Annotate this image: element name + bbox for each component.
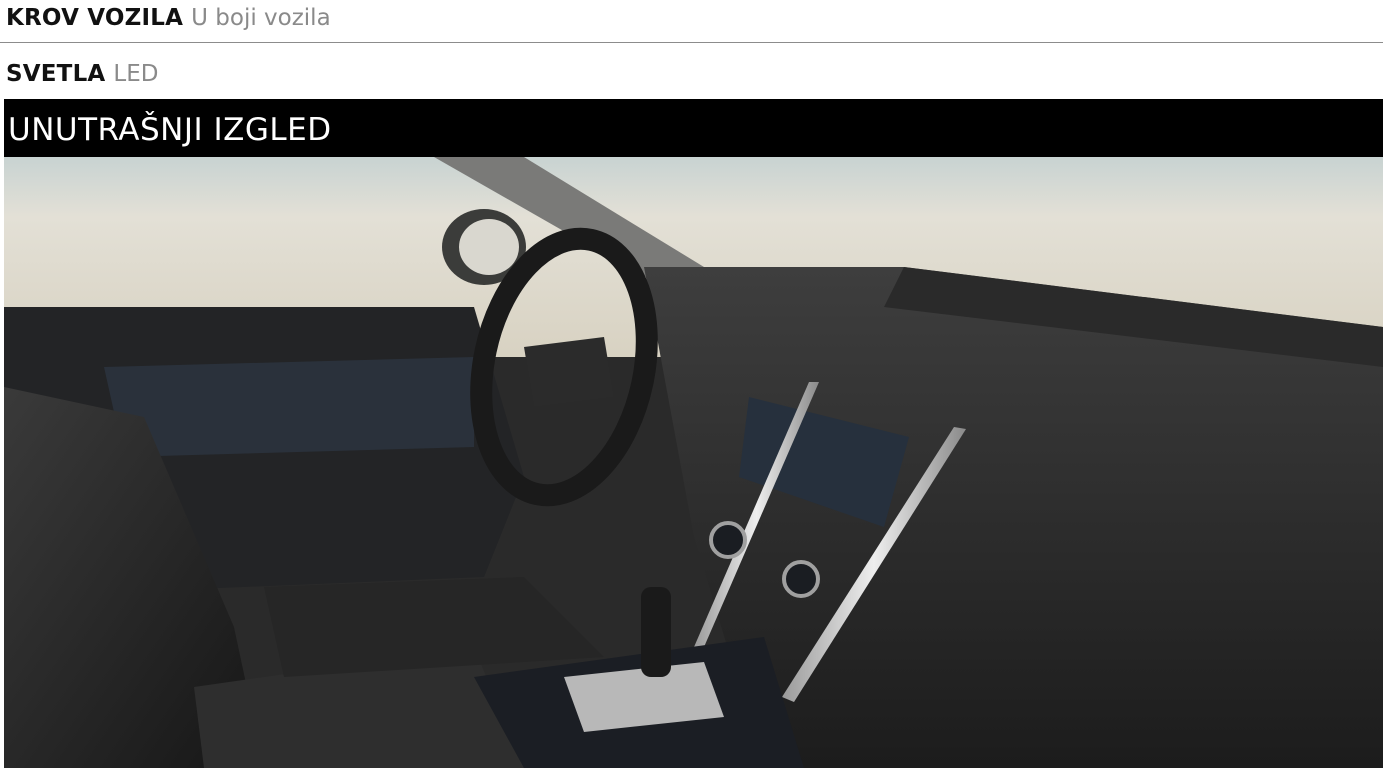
gear-selector [641, 587, 671, 677]
section-title: UNUTRAŠNJI IZGLED [8, 112, 332, 148]
spec-label-lights: SVETLA [6, 61, 106, 87]
seat-cushion [264, 577, 604, 677]
climate-knob-left [709, 521, 747, 559]
climate-knob-right [782, 560, 820, 598]
section-header-interior: UNUTRAŠNJI IZGLED [4, 99, 1383, 157]
door-trim [104, 357, 474, 457]
spec-label-roof: KROV VOZILA [6, 5, 184, 31]
steering-hub [524, 337, 614, 407]
spec-value-roof: U boji vozila [191, 5, 331, 31]
divider [0, 42, 1383, 43]
interior-illustration [4, 157, 1383, 768]
interior-image [4, 157, 1383, 768]
mirror-glass [459, 219, 519, 275]
spec-row-lights: SVETLA LED [6, 56, 158, 92]
spec-value-lights: LED [113, 61, 159, 87]
spec-row-roof: KROV VOZILA U boji vozila [6, 0, 331, 36]
